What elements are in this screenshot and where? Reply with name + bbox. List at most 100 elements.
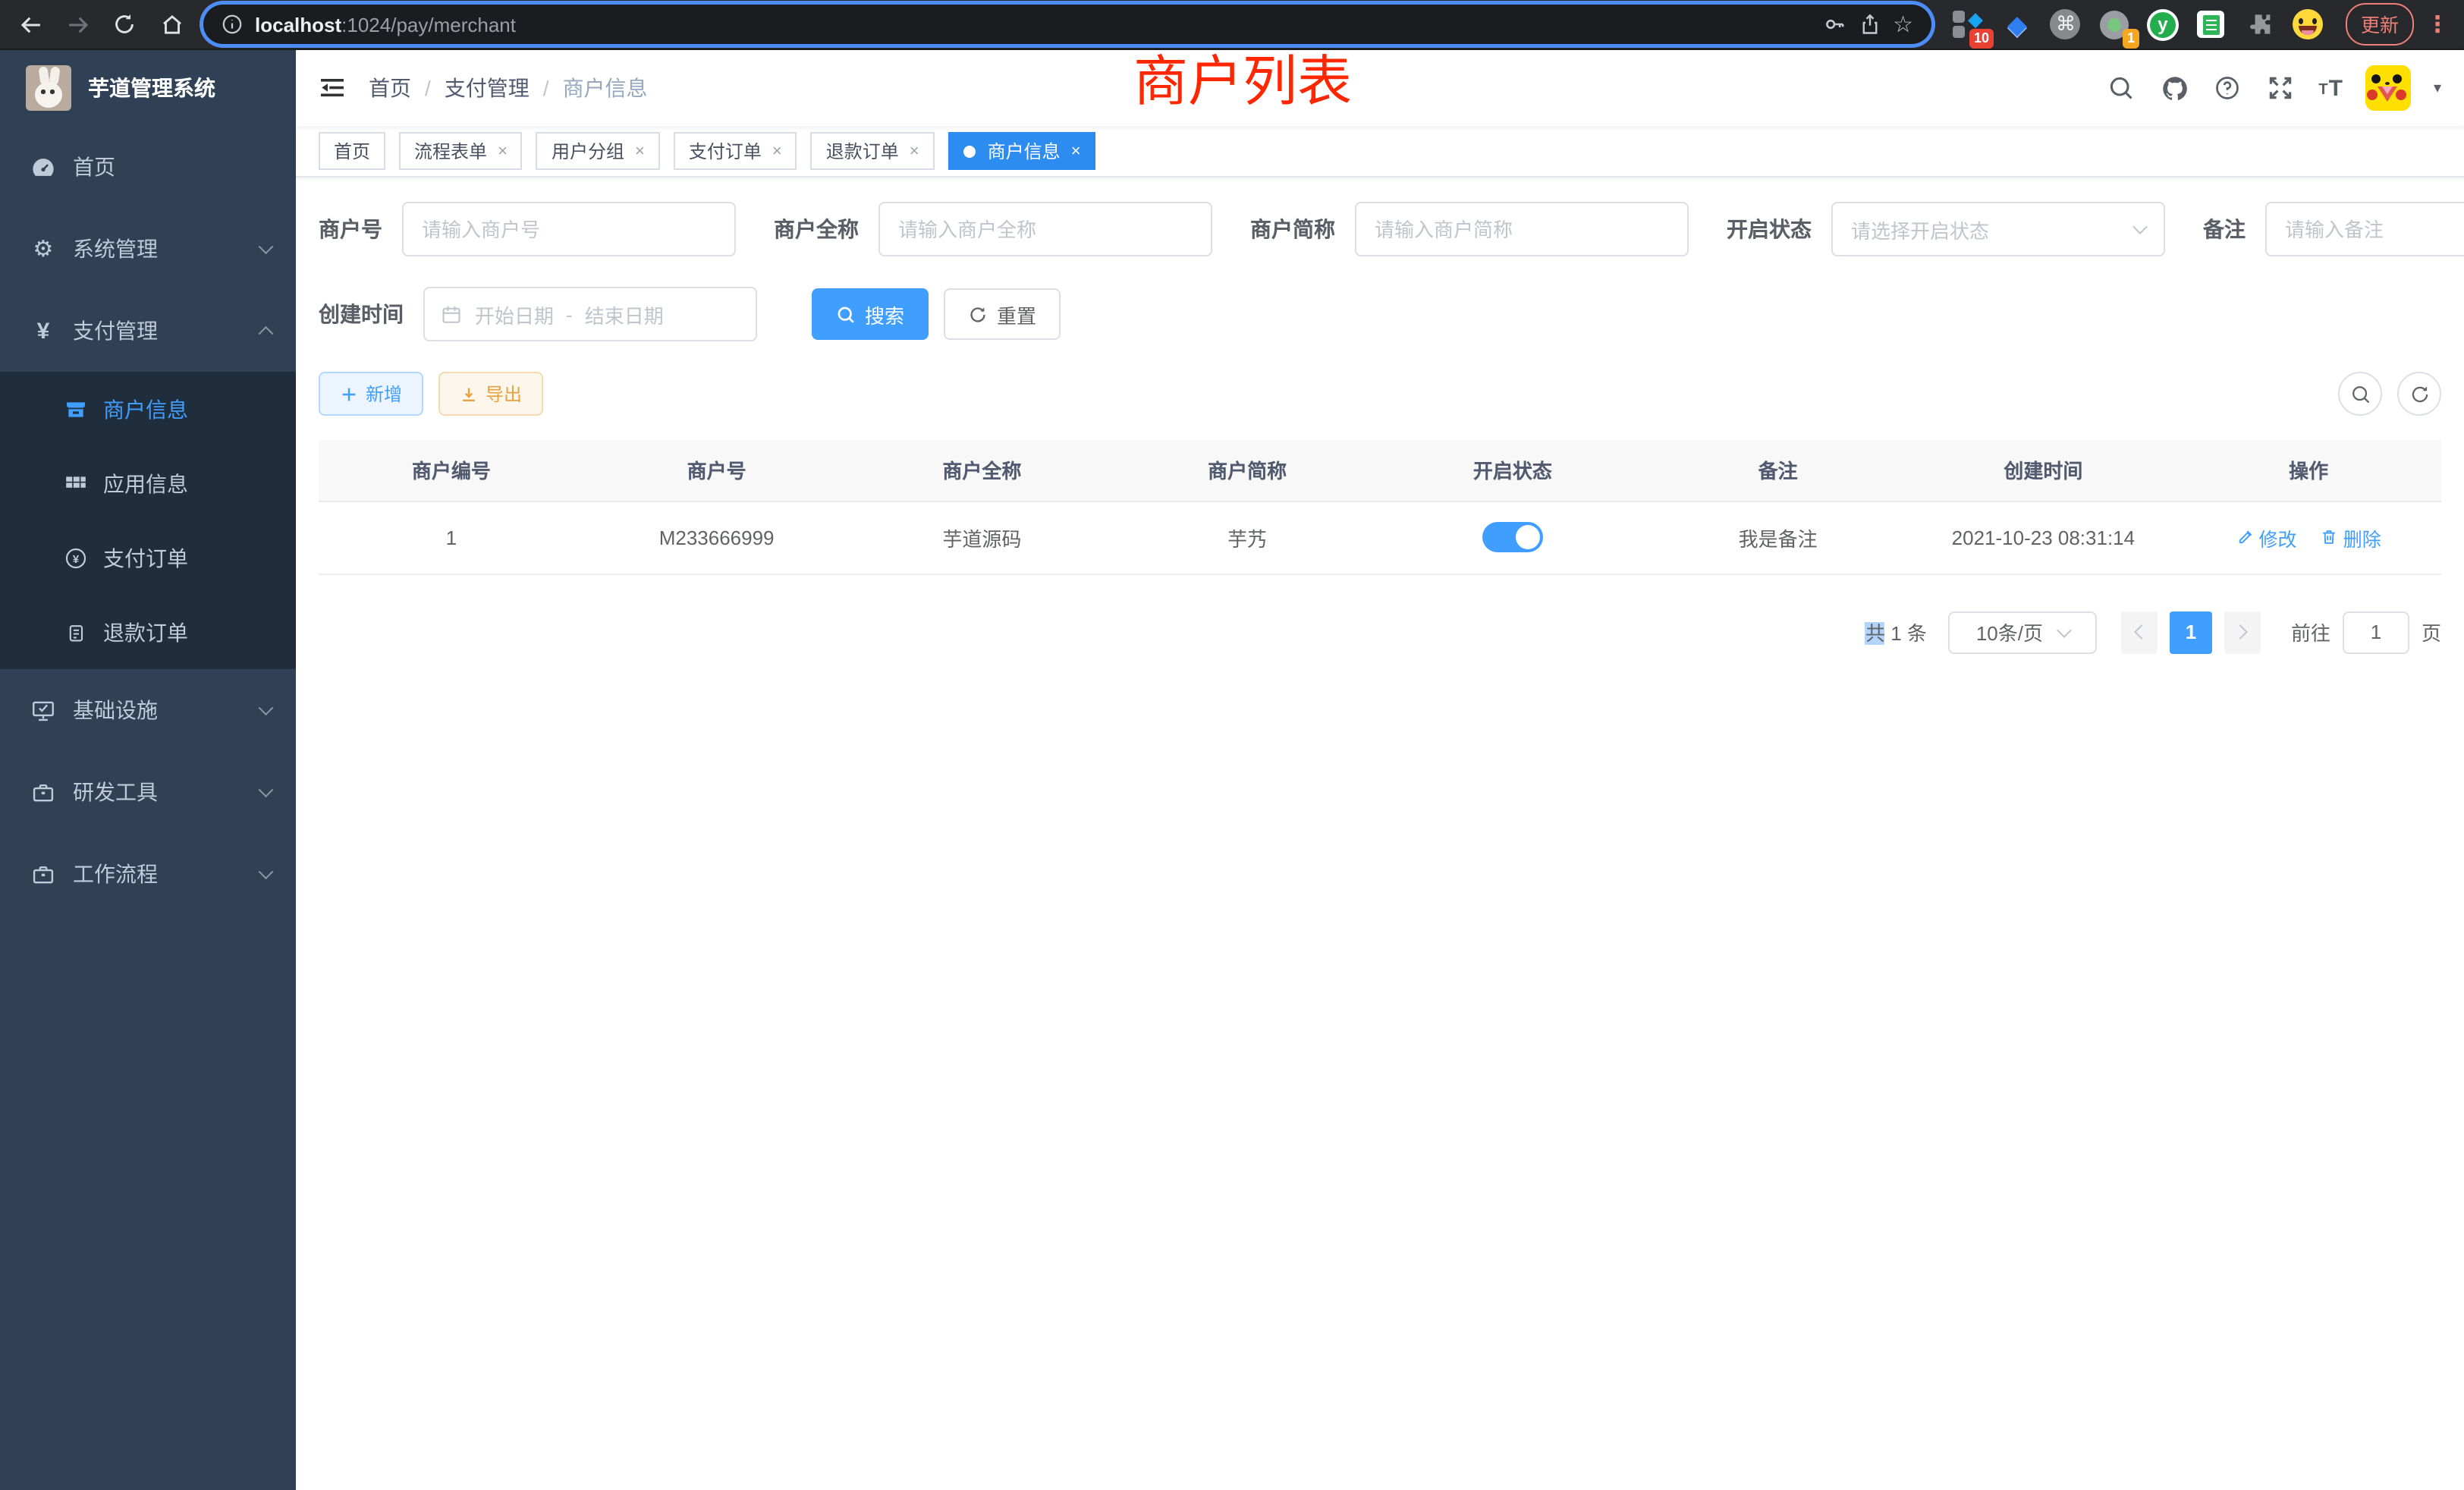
export-button[interactable]: 导出 — [438, 372, 543, 416]
close-icon[interactable]: × — [772, 142, 782, 160]
share-icon[interactable] — [1858, 13, 1881, 36]
y-extension-icon[interactable]: y — [2145, 7, 2180, 42]
filter-merchant-short-name: 商户简称 — [1250, 202, 1689, 256]
help-icon[interactable] — [2212, 73, 2242, 103]
close-icon[interactable]: × — [635, 142, 645, 160]
filter-label: 商户简称 — [1250, 214, 1335, 244]
delete-link[interactable]: 删除 — [2321, 523, 2381, 552]
close-icon[interactable]: × — [1071, 142, 1081, 160]
back-icon[interactable] — [15, 9, 46, 39]
url-host: localhost — [255, 13, 341, 36]
tab-process-form[interactable]: 流程表单× — [399, 132, 523, 170]
extensions-puzzle-icon[interactable] — [2242, 7, 2277, 42]
home-icon[interactable] — [156, 9, 187, 39]
coin-yen-icon: ¥ — [62, 545, 88, 571]
cell-merchant-id: 1 — [319, 501, 584, 574]
close-icon[interactable]: × — [910, 142, 919, 160]
breadcrumb-current: 商户信息 — [563, 73, 648, 103]
blocks-extension-icon[interactable]: ◆ 10 — [1951, 7, 1986, 42]
search-icon — [2349, 383, 2371, 404]
add-button[interactable]: 新增 — [319, 372, 423, 416]
command-extension-icon[interactable]: ⌘ — [2048, 7, 2083, 42]
page-content: 商户号 商户全称 商户简称 开启状态 请选择开启状态 — [296, 178, 2464, 1490]
tab-pay-order[interactable]: 支付订单× — [674, 132, 797, 170]
chevron-down-icon — [2056, 623, 2071, 638]
column-header: 商户编号 — [319, 440, 584, 501]
sidebar-item-label: 支付订单 — [103, 542, 188, 573]
sidebar-item-merchant-info[interactable]: 商户信息 — [0, 372, 296, 446]
filter-label: 开启状态 — [1727, 214, 1812, 244]
tab-refund-order[interactable]: 退款订单× — [811, 132, 935, 170]
filter-remark: 备注 — [2203, 202, 2464, 256]
browser-menu-icon[interactable]: ⋮ — [2426, 11, 2449, 38]
gem-extension-icon[interactable]: ◆ — [2000, 7, 2035, 42]
search-button[interactable]: 搜索 — [812, 288, 929, 340]
column-header: 备注 — [1645, 440, 1911, 501]
sidebar-item-label: 研发工具 — [73, 777, 158, 807]
font-size-icon[interactable]: TT — [2318, 77, 2343, 99]
notes-extension-icon[interactable] — [2194, 7, 2229, 42]
page-size-select[interactable]: 10条/页 — [1948, 611, 2097, 653]
extension-badge: 1 — [2123, 28, 2139, 48]
sidebar-item-system[interactable]: ⚙ 系统管理 — [0, 208, 296, 290]
sidebar-item-refund-order[interactable]: 退款订单 — [0, 595, 296, 669]
page-1-button[interactable]: 1 — [2170, 611, 2212, 653]
svg-text:¥: ¥ — [72, 552, 79, 565]
sidebar-item-label: 首页 — [73, 152, 115, 182]
chevron-down-icon — [258, 240, 272, 253]
next-page-button[interactable] — [2224, 611, 2261, 653]
status-toggle[interactable] — [1482, 522, 1543, 552]
sidebar-item-label: 应用信息 — [103, 468, 188, 498]
reload-icon[interactable] — [109, 9, 140, 39]
bookmark-star-icon[interactable]: ☆ — [1893, 13, 1913, 36]
sidebar-item-infra[interactable]: 基础设施 — [0, 669, 296, 751]
close-icon[interactable]: × — [498, 142, 508, 160]
site-info-icon[interactable] — [222, 14, 243, 35]
avatar-caret-icon[interactable]: ▾ — [2434, 80, 2441, 96]
remark-input[interactable] — [2265, 202, 2464, 256]
browser-update-button[interactable]: 更新 — [2346, 3, 2414, 46]
calendar-icon — [440, 303, 463, 325]
sidebar-item-workflow[interactable]: 工作流程 — [0, 833, 296, 915]
password-key-icon[interactable] — [1821, 12, 1846, 36]
prev-page-button[interactable] — [2121, 611, 2158, 653]
browser-toolbar: localhost:1024/pay/merchant ☆ ◆ 10 ◆ ⌘ — [0, 0, 2464, 50]
toolbox-icon — [30, 779, 56, 805]
sidebar-item-pay-order[interactable]: ¥ 支付订单 — [0, 520, 296, 595]
table-row: 1 M233666999 芋道源码 芋艿 我是备注 2021-10-23 08:… — [319, 501, 2441, 574]
sidebar-item-home[interactable]: 首页 — [0, 126, 296, 208]
download-icon — [460, 385, 478, 403]
goto-page-input[interactable] — [2343, 611, 2409, 653]
show-search-toggle-button[interactable] — [2338, 372, 2382, 416]
emoji-extension-icon[interactable] — [2291, 7, 2326, 42]
sidebar-item-dev-tools[interactable]: 研发工具 — [0, 751, 296, 833]
search-icon[interactable] — [2106, 73, 2136, 103]
breadcrumb-home[interactable]: 首页 — [369, 73, 411, 103]
merchant-name-input[interactable] — [878, 202, 1212, 256]
status-select[interactable]: 请选择开启状态 — [1831, 202, 2165, 256]
sidebar-collapse-icon[interactable] — [319, 74, 346, 102]
recorder-extension-icon[interactable]: 1 — [2097, 7, 2132, 42]
create-time-range-picker[interactable]: 开始日期 - 结束日期 — [423, 287, 757, 341]
table-header-row: 商户编号 商户号 商户全称 商户简称 开启状态 备注 创建时间 操作 — [319, 440, 2441, 501]
fullscreen-icon[interactable] — [2265, 73, 2296, 103]
reset-button[interactable]: 重置 — [944, 288, 1061, 340]
tab-user-group[interactable]: 用户分组× — [536, 132, 660, 170]
merchant-short-name-input[interactable] — [1355, 202, 1689, 256]
tab-home[interactable]: 首页 — [319, 132, 385, 170]
refresh-table-button[interactable] — [2397, 372, 2441, 416]
forward-icon[interactable] — [62, 9, 93, 39]
app-frame: 芋道管理系统 首页 ⚙ 系统管理 ¥ 支付管理 — [0, 50, 2464, 1490]
edit-link[interactable]: 修改 — [2236, 523, 2296, 552]
sidebar-item-app-info[interactable]: 应用信息 — [0, 446, 296, 520]
merchant-no-input[interactable] — [402, 202, 736, 256]
github-icon[interactable] — [2159, 73, 2189, 103]
app-logo-row[interactable]: 芋道管理系统 — [0, 50, 296, 126]
user-avatar[interactable] — [2365, 65, 2411, 111]
chevron-down-icon — [258, 701, 272, 715]
tab-merchant-info[interactable]: 商户信息× — [948, 132, 1096, 170]
breadcrumb-pay[interactable]: 支付管理 — [445, 73, 530, 103]
sidebar-item-pay[interactable]: ¥ 支付管理 — [0, 290, 296, 372]
pagination-total: 共 1 条 — [1865, 618, 1927, 646]
address-bar[interactable]: localhost:1024/pay/merchant ☆ — [203, 5, 1931, 44]
